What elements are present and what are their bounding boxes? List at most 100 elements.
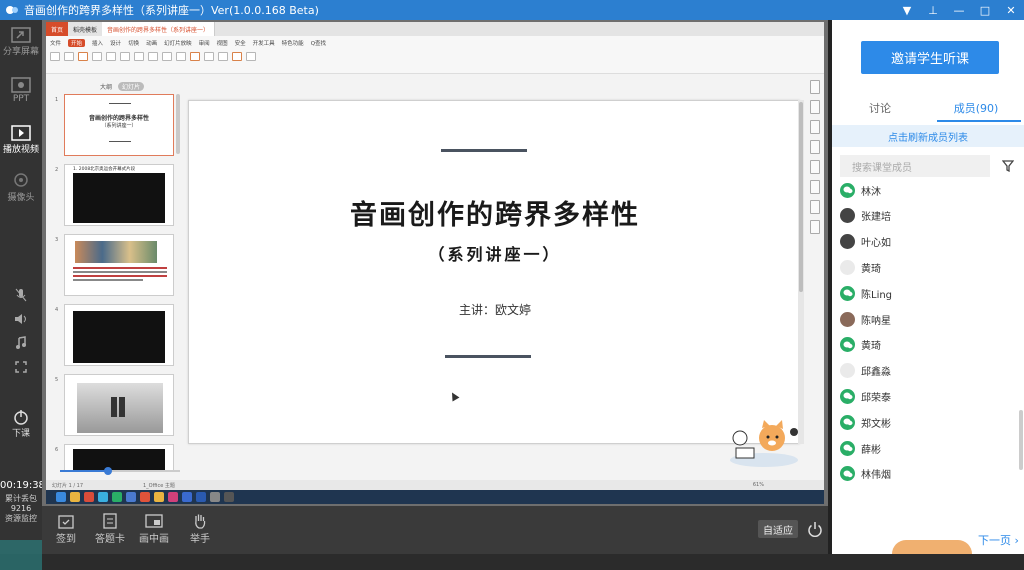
paste-icon[interactable] <box>50 52 60 61</box>
member-item[interactable]: 邱荣泰 <box>840 386 891 406</box>
app-icon[interactable] <box>126 492 136 502</box>
wps-menu-animation[interactable]: 动画 <box>146 39 157 47</box>
wps-menu-insert[interactable]: 插入 <box>92 39 103 47</box>
answer-card-button[interactable]: 答题卡 <box>90 512 130 545</box>
member-item[interactable]: 薛彬 <box>840 438 881 458</box>
wps-menu-design[interactable]: 设计 <box>110 39 121 47</box>
wps-menu-file[interactable]: 文件 <box>50 39 61 47</box>
help-icon[interactable] <box>810 200 820 214</box>
fullscreen-icon[interactable] <box>10 358 32 376</box>
slide-thumbnail[interactable]: 2 1. 2008北京奥运会开幕式片段 <box>55 164 174 226</box>
thumbnail-scrollbar[interactable] <box>176 94 180 154</box>
adaptive-button[interactable]: 自适应 <box>758 520 798 538</box>
slide-thumbnail[interactable]: 1 音画创作的跨界多样性 （系列讲座一） <box>55 94 174 156</box>
share-screen-button[interactable]: 分享屏幕 <box>0 26 42 57</box>
start-icon[interactable] <box>56 492 66 502</box>
wechat-icon[interactable] <box>112 492 122 502</box>
member-item[interactable]: 林伟烟 <box>840 464 891 484</box>
wps-menu-search[interactable]: Q查找 <box>311 39 326 47</box>
align-icon[interactable] <box>162 52 172 61</box>
power-icon[interactable] <box>806 520 824 538</box>
replace-icon[interactable] <box>246 52 256 61</box>
refresh-members-link[interactable]: 点击刷新成员列表 <box>832 125 1024 147</box>
layout-icon[interactable] <box>106 52 116 61</box>
member-item[interactable]: 郑文彬 <box>840 412 891 432</box>
wps-tab-templates[interactable]: 稻壳模板 <box>68 22 102 36</box>
maximize-button[interactable]: □ <box>972 0 998 20</box>
close-button[interactable]: ✕ <box>998 0 1024 20</box>
textbox-icon[interactable] <box>204 52 214 61</box>
next-page-link[interactable]: 下一页 › <box>978 532 1019 548</box>
member-item[interactable]: 黄琦 <box>840 335 881 355</box>
signin-button[interactable]: 签到 <box>46 512 86 545</box>
mic-muted-icon[interactable] <box>10 286 32 304</box>
slide-thumbnail[interactable]: 6 <box>55 444 174 470</box>
wps-menu-home[interactable]: 开始 <box>68 39 86 47</box>
app-icon[interactable] <box>210 492 220 502</box>
raise-hand-button[interactable]: 举手 <box>180 512 220 545</box>
member-item[interactable]: 张建培 <box>840 206 891 226</box>
member-list-scrollbar[interactable] <box>1019 410 1023 470</box>
app-icon[interactable] <box>98 492 108 502</box>
share-icon[interactable] <box>810 180 820 194</box>
member-item[interactable]: 邱鑫淼 <box>840 361 891 381</box>
tab-members[interactable]: 成员(90) <box>928 100 1024 120</box>
design-icon[interactable] <box>810 120 820 134</box>
animation-pane-icon[interactable] <box>810 100 820 114</box>
folder-icon[interactable] <box>70 492 80 502</box>
member-item[interactable]: 林沐 <box>840 180 881 200</box>
member-search-input[interactable]: 搜索课堂成员 <box>840 155 990 177</box>
list-icon[interactable] <box>176 52 186 61</box>
slide-thumbnail[interactable]: 3 <box>55 234 174 296</box>
chrome-icon[interactable] <box>140 492 150 502</box>
app-icon[interactable] <box>224 492 234 502</box>
templates-icon[interactable] <box>810 140 820 154</box>
picture-in-picture-button[interactable]: 画中画 <box>134 512 174 545</box>
wps-menu-features[interactable]: 特色功能 <box>282 39 304 47</box>
settings-icon[interactable] <box>810 220 820 234</box>
tab-discussion[interactable]: 讨论 <box>832 100 928 120</box>
slide-thumbnail[interactable]: 5 <box>55 374 174 436</box>
wps-menu-review[interactable]: 审阅 <box>199 39 210 47</box>
play-video-button[interactable]: 播放视频 <box>0 124 42 155</box>
font-icon[interactable] <box>120 52 130 61</box>
zoom-level[interactable]: 61% <box>753 482 764 488</box>
member-item[interactable]: 叶心如 <box>840 232 891 252</box>
format-painter-icon[interactable] <box>78 52 88 61</box>
cut-icon[interactable] <box>64 52 74 61</box>
app-icon[interactable] <box>154 492 164 502</box>
wps-menu-developer[interactable]: 开发工具 <box>253 39 275 47</box>
wps-menu-view[interactable]: 视图 <box>217 39 228 47</box>
app-icon[interactable] <box>84 492 94 502</box>
app-icon[interactable] <box>168 492 178 502</box>
dropdown-icon[interactable]: ▼ <box>894 0 920 20</box>
word-icon[interactable] <box>196 492 206 502</box>
member-item[interactable]: 黄琦 <box>840 257 881 277</box>
ppt-button[interactable]: PPT <box>0 76 42 104</box>
wps-menu-transition[interactable]: 切换 <box>128 39 139 47</box>
slide-thumbnail[interactable]: 4 <box>55 304 174 366</box>
member-item[interactable]: 陈Ling <box>840 283 892 303</box>
member-item[interactable]: 陈呐星 <box>840 309 891 329</box>
app-icon[interactable] <box>182 492 192 502</box>
picture-icon[interactable] <box>232 52 242 61</box>
new-slide-icon[interactable] <box>92 52 102 61</box>
slides-tab[interactable]: 幻灯片 <box>117 82 144 91</box>
filter-icon[interactable] <box>1000 157 1016 175</box>
minimize-button[interactable]: — <box>946 0 972 20</box>
arrange-icon[interactable] <box>218 52 228 61</box>
backup-icon[interactable] <box>810 160 820 174</box>
outline-tab[interactable]: 大纲 <box>100 84 112 91</box>
wps-menu-security[interactable]: 安全 <box>235 39 246 47</box>
wps-menu-slideshow[interactable]: 幻灯片放映 <box>164 39 192 47</box>
invite-students-button[interactable]: 邀请学生听课 <box>861 41 999 74</box>
bold-icon[interactable] <box>134 52 144 61</box>
music-icon[interactable] <box>10 334 32 352</box>
camera-button[interactable]: 摄像头 <box>0 172 42 203</box>
shape-icon[interactable] <box>190 52 200 61</box>
properties-icon[interactable] <box>810 80 820 94</box>
speaker-volume-icon[interactable] <box>10 310 32 328</box>
wps-tab-home[interactable]: 首页 <box>46 22 69 36</box>
resource-monitor-label[interactable]: 资源监控 <box>0 514 42 524</box>
italic-icon[interactable] <box>148 52 158 61</box>
